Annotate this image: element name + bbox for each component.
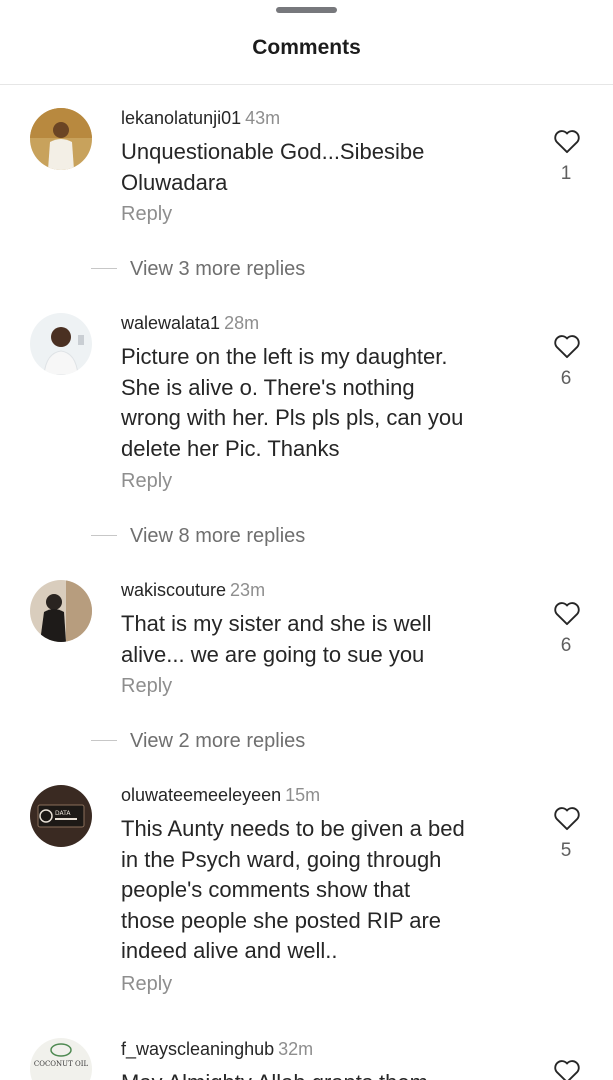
avatar[interactable] <box>30 313 92 375</box>
comment-line: wrong with her. Pls pls pls, can you <box>121 405 464 430</box>
reply-button[interactable]: Reply <box>121 675 172 698</box>
comment-username[interactable]: oluwateemeeleyeen <box>121 785 281 805</box>
sheet-handle[interactable] <box>276 7 337 13</box>
heart-icon <box>554 335 580 359</box>
comment-username[interactable]: wakiscouture <box>121 580 226 600</box>
like-count: 6 <box>560 635 572 656</box>
heart-icon <box>554 130 580 154</box>
comment-text: That is my sister and she is well alive.… <box>121 609 521 670</box>
comment-line: Unquestionable God...Sibesibe <box>121 139 425 164</box>
replies-line <box>91 740 117 741</box>
avatar[interactable]: COCONUT OIL <box>30 1038 92 1080</box>
comment-text: This Aunty needs to be given a bed in th… <box>121 814 521 967</box>
like-button[interactable] <box>553 1058 581 1080</box>
comment-timestamp: 43m <box>245 108 281 128</box>
like-button[interactable] <box>553 600 581 626</box>
like-count: 6 <box>560 368 572 389</box>
replies-line <box>91 535 117 536</box>
reply-button[interactable]: Reply <box>121 973 172 996</box>
page-title: Comments <box>252 36 361 59</box>
comment-text: Picture on the left is my daughter. She … <box>121 342 521 464</box>
heart-icon <box>554 1060 580 1080</box>
like-button[interactable] <box>553 128 581 154</box>
avatar[interactable] <box>30 580 92 642</box>
avatar[interactable] <box>30 108 92 170</box>
reply-button[interactable]: Reply <box>121 470 172 493</box>
comment-text: Unquestionable God...Sibesibe Oluwadara <box>121 137 521 198</box>
comment-timestamp: 23m <box>230 580 266 600</box>
comment-line: indeed alive and well.. <box>121 938 338 963</box>
comment-line: Oluwadara <box>121 169 228 195</box>
comment-username[interactable]: f_wayscleaninghub <box>121 1039 274 1059</box>
view-replies-button[interactable]: View 3 more replies <box>130 258 305 281</box>
replies-line <box>91 268 117 269</box>
comment-line: May Almighty Allah grants them <box>121 1068 521 1080</box>
avatar[interactable]: DATA <box>30 785 92 847</box>
comment-username[interactable]: walewalata1 <box>121 313 220 333</box>
view-replies-button[interactable]: View 2 more replies <box>130 730 305 753</box>
heart-icon <box>554 807 580 831</box>
like-count: 5 <box>560 840 572 861</box>
comment-line: That is my sister and she is well <box>121 611 432 636</box>
comment-line: people's comments show that <box>121 877 411 902</box>
heart-icon <box>554 602 580 626</box>
view-replies-button[interactable]: View 8 more replies <box>130 525 305 548</box>
comment-line: delete her Pic. Thanks <box>121 435 340 461</box>
comment-timestamp: 15m <box>285 785 321 805</box>
comment-line: This Aunty needs to be given a bed <box>121 816 465 841</box>
like-count: 1 <box>560 163 572 184</box>
comment-timestamp: 28m <box>224 313 260 333</box>
header-divider <box>0 84 613 85</box>
comment-line: in the Psych ward, going through <box>121 846 442 872</box>
avatar-badge-text: DATA <box>55 810 71 817</box>
comment-line: those people she posted RIP are <box>121 907 442 933</box>
like-button[interactable] <box>553 333 581 359</box>
comment-line: alive... we are going to sue you <box>121 641 425 667</box>
comment-line: She is alive o. There's nothing <box>121 374 415 400</box>
comment-text: May Almighty Allah grants them <box>121 1068 521 1080</box>
comment-timestamp: 32m <box>278 1039 314 1059</box>
reply-button[interactable]: Reply <box>121 203 172 226</box>
like-button[interactable] <box>553 805 581 831</box>
comment-username[interactable]: lekanolatunji01 <box>121 108 241 128</box>
avatar-badge-text: COCONUT OIL <box>34 1060 89 1068</box>
comment-line: Picture on the left is my daughter. <box>121 344 448 369</box>
